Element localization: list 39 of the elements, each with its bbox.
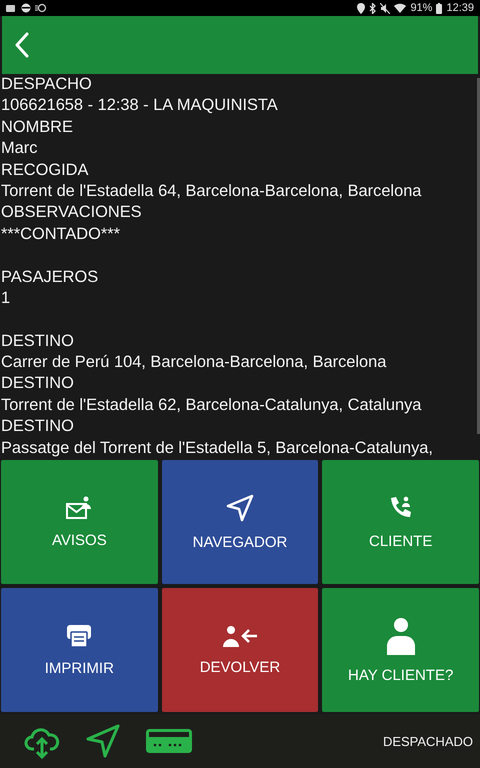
- action-button[interactable]: AVISOS: [1, 460, 158, 584]
- action-button[interactable]: CLIENTE: [322, 460, 479, 584]
- detail-value: Marc: [0, 138, 38, 160]
- detail-value: 1: [0, 288, 10, 309]
- detail-value: ***CONTADO***: [0, 224, 120, 245]
- battery-percentage: 91%: [410, 2, 432, 14]
- status-label: DESPACHADO: [382, 734, 473, 748]
- detail-label: PASAJEROS: [0, 266, 98, 288]
- detail-label: DESPACHO: [0, 74, 92, 95]
- detail-label: RECOGIDA: [0, 160, 88, 181]
- detail-label: OBSERVACIONES: [0, 202, 142, 224]
- detail-label: NOMBRE: [0, 116, 73, 138]
- navigation-arrow-icon[interactable]: [86, 724, 120, 758]
- mute-icon: [380, 2, 390, 14]
- detail-value: Torrent de l'Estadella 62, Barcelona-Catalunya, Catalunya: [0, 394, 422, 416]
- back-icon: [14, 32, 30, 58]
- wifi-icon: [394, 3, 406, 13]
- clock: 12:39: [446, 2, 474, 14]
- detail-value: Torrent de l'Estadella 64, Barcelona-Barcelona, Barcelona: [0, 180, 422, 202]
- mail-person-icon: [66, 496, 92, 520]
- detail-label: DESTINO: [0, 373, 74, 394]
- person-icon: [386, 616, 416, 654]
- location-icon: [357, 2, 366, 14]
- navigation-arrow-icon: [226, 494, 254, 522]
- detail-value: Passatge del Torrent de l'Estadella 5, Barcelona-Catalunya,: [0, 438, 433, 459]
- meter-icon[interactable]: [146, 729, 192, 753]
- battery-icon: [436, 2, 442, 14]
- action-button[interactable]: IMPRIMIR: [1, 588, 158, 712]
- detail-value: 106621658 - 12:38 - LA MAQUINISTA: [0, 95, 278, 116]
- detail-value: Carrer de Perú 104, Barcelona-Barcelona, Barcelona: [0, 352, 386, 374]
- printer-icon: [66, 624, 92, 648]
- bluetooth-icon: [369, 2, 376, 14]
- action-button[interactable]: HAY CLIENTE?: [322, 588, 479, 712]
- action-button[interactable]: DEVOLVER: [162, 588, 318, 712]
- action-button[interactable]: NAVEGADOR: [162, 460, 318, 584]
- person-arrow-icon: [222, 624, 258, 646]
- lamp-icon: [35, 3, 47, 13]
- detail-label: DESTINO: [0, 416, 74, 438]
- detail-label: DESTINO: [0, 330, 74, 352]
